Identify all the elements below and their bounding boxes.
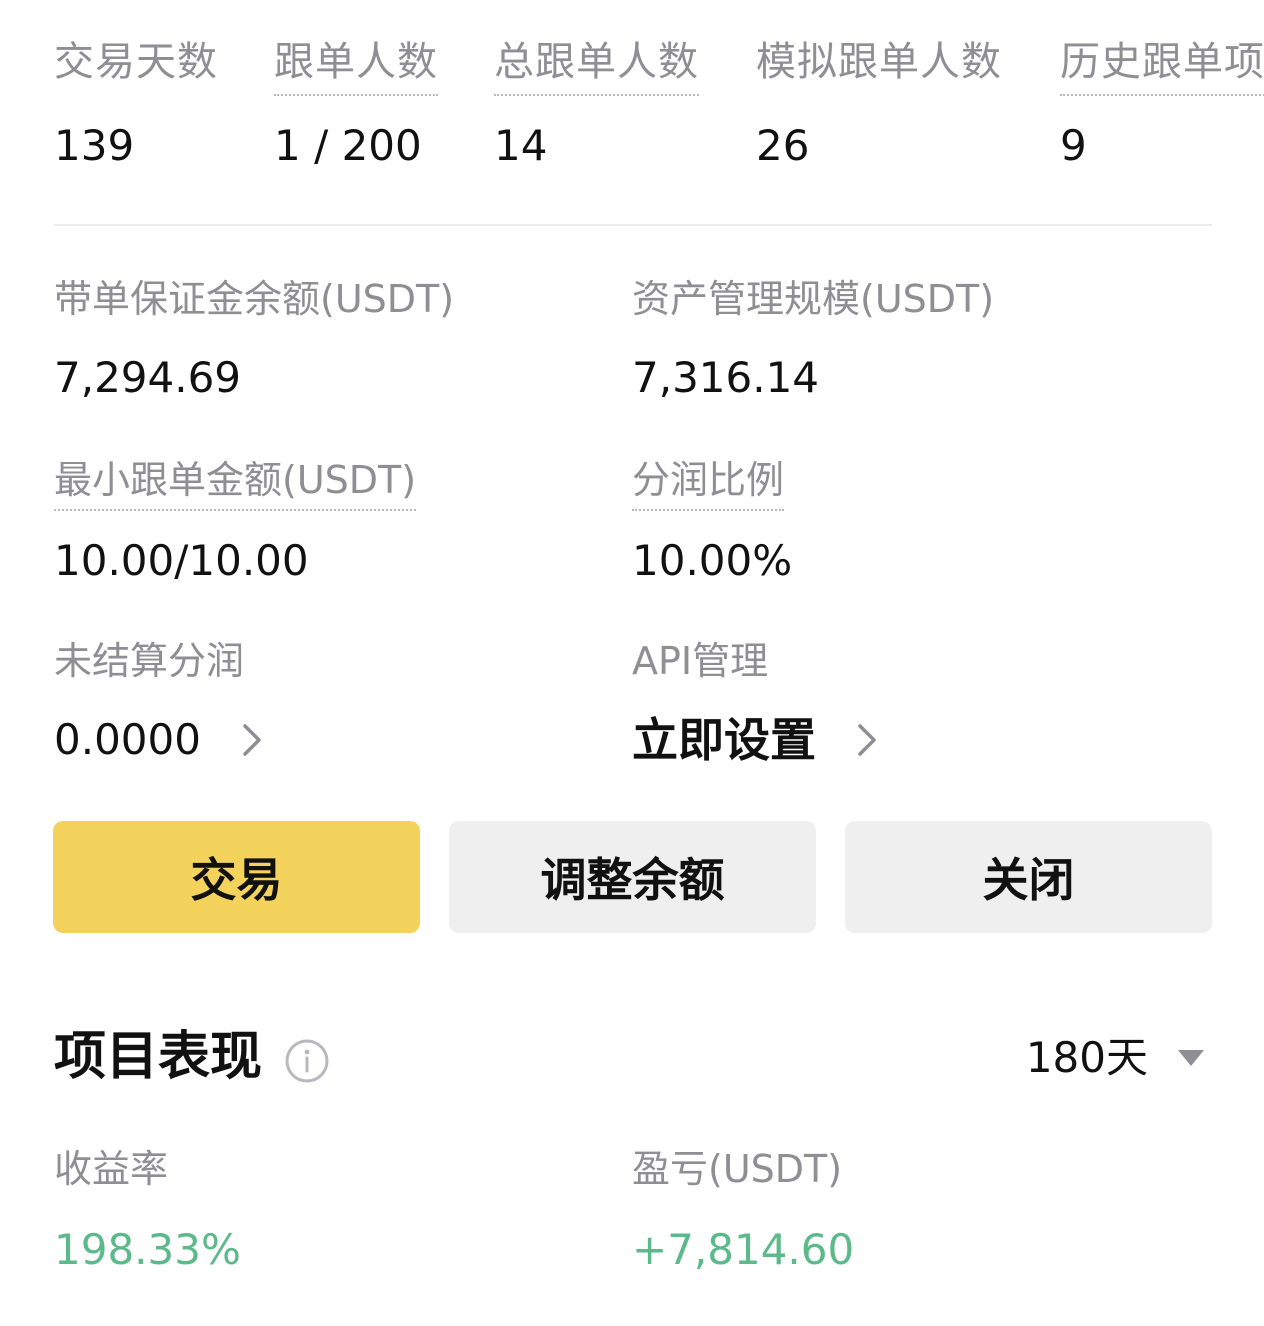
roi-value: 198.33% — [54, 1225, 241, 1274]
stat-value: 9 — [1060, 121, 1087, 170]
period-value[interactable]: 180天 — [1026, 1030, 1148, 1086]
profit-share-ratio-label[interactable]: 分润比例 — [632, 455, 785, 511]
stat-label[interactable]: 历史跟单项 — [1060, 36, 1264, 96]
stat-historical-copy-items[interactable]: 历史跟单项 9 — [1060, 36, 1264, 174]
section-divider — [54, 224, 1212, 226]
stat-label: 交易天数 — [54, 39, 218, 85]
aum-value: 7,316.14 — [632, 353, 820, 402]
chevron-right-icon[interactable] — [852, 720, 882, 760]
roi-label: 收益率 — [54, 1147, 169, 1191]
stat-value: 1 / 200 — [274, 121, 422, 170]
performance-header: 项目表现 — [54, 1024, 330, 1090]
api-management[interactable]: API管理 立即设置 — [632, 636, 882, 768]
period-dropdown[interactable]: 180天 — [1026, 1030, 1204, 1086]
adjust-balance-button[interactable]: 调整余额 — [449, 821, 816, 933]
min-copy-amount-label[interactable]: 最小跟单金额(USDT) — [54, 455, 417, 511]
copy-stats-row: 交易天数 139 跟单人数 1 / 200 总跟单人数 14 模拟跟单人数 26… — [0, 0, 1264, 200]
stat-label[interactable]: 总跟单人数 — [494, 36, 699, 96]
trade-button[interactable]: 交易 — [53, 821, 420, 933]
pnl-label: 盈亏(USDT) — [632, 1147, 843, 1191]
stat-label[interactable]: 跟单人数 — [274, 36, 438, 96]
chevron-right-icon[interactable] — [237, 720, 267, 760]
profit-share-ratio: 分润比例 10.00% — [632, 455, 792, 589]
stat-trading-days: 交易天数 139 — [54, 36, 218, 174]
min-copy-amount-value: 10.00/10.00 — [54, 536, 309, 585]
performance-title: 项目表现 — [54, 1027, 263, 1087]
close-button[interactable]: 关闭 — [845, 821, 1212, 933]
assets-under-management: 资产管理规模(USDT) 7,316.14 — [632, 274, 994, 406]
pnl-value: +7,814.60 — [632, 1225, 855, 1274]
unsettled-profit-value: 0.0000 — [54, 715, 201, 764]
roi-metric: 收益率 198.33% — [54, 1144, 241, 1278]
api-management-label: API管理 — [632, 639, 769, 683]
min-copy-amount: 最小跟单金额(USDT) 10.00/10.00 — [54, 455, 417, 589]
stat-simulated-copy-traders: 模拟跟单人数 26 — [756, 36, 1002, 174]
unsettled-profit[interactable]: 未结算分润 0.0000 — [54, 636, 267, 768]
unsettled-profit-link[interactable]: 0.0000 — [54, 712, 267, 768]
pnl-metric: 盈亏(USDT) +7,814.60 — [632, 1144, 854, 1278]
stat-total-copy-traders[interactable]: 总跟单人数 14 — [494, 36, 699, 174]
api-setup-link[interactable]: 立即设置 — [632, 712, 882, 768]
info-circle-icon[interactable] — [284, 1038, 330, 1084]
stat-value: 14 — [494, 121, 548, 170]
unsettled-profit-label: 未结算分润 — [54, 639, 245, 683]
caret-down-icon[interactable] — [1178, 1050, 1204, 1066]
margin-balance: 带单保证金余额(USDT) 7,294.69 — [54, 274, 454, 406]
aum-label: 资产管理规模(USDT) — [632, 277, 995, 321]
margin-balance-value: 7,294.69 — [54, 353, 242, 402]
stat-label: 模拟跟单人数 — [756, 39, 1002, 85]
profit-share-ratio-value: 10.00% — [632, 536, 793, 585]
stat-value: 139 — [54, 121, 135, 170]
margin-balance-label: 带单保证金余额(USDT) — [54, 277, 455, 321]
stat-value: 26 — [756, 121, 810, 170]
stat-copy-traders[interactable]: 跟单人数 1 / 200 — [274, 36, 438, 174]
api-setup-value[interactable]: 立即设置 — [632, 712, 816, 768]
